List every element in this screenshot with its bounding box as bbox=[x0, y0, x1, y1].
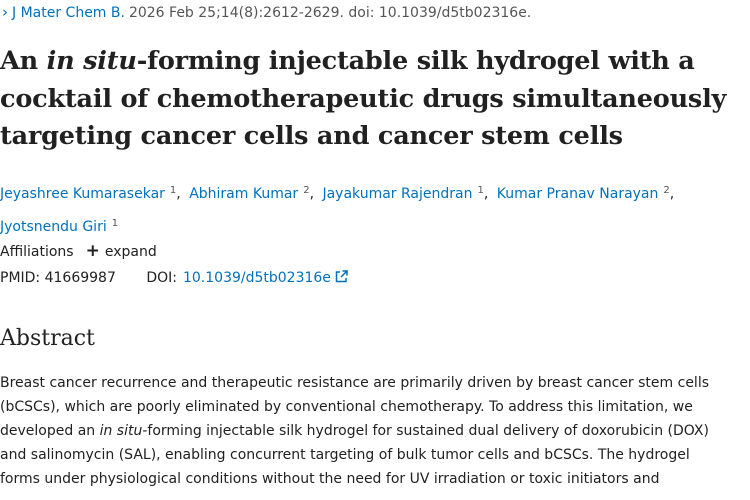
pmid-value: 41669987 bbox=[44, 270, 116, 286]
author-link[interactable]: Jayakumar Rajendran bbox=[322, 186, 472, 202]
abstract-line: and salinomycin (SAL), enabling concurre… bbox=[0, 447, 690, 463]
doi-label: DOI: bbox=[146, 270, 177, 286]
abstract-line: Breast cancer recurrence and therapeutic… bbox=[0, 375, 710, 391]
external-link-icon[interactable] bbox=[335, 270, 348, 283]
author-link[interactable]: Kumar Pranav Narayan bbox=[497, 186, 659, 202]
citation-line: › J Mater Chem B. 2026 Feb 25;14(8):2612-2… bbox=[0, 3, 531, 21]
abstract-line: forms under physiological conditions wit… bbox=[0, 471, 660, 487]
author-separator: , bbox=[176, 186, 181, 202]
author-link[interactable]: Abhiram Kumar bbox=[189, 186, 298, 202]
affiliation-number[interactable]: 2 bbox=[303, 185, 309, 196]
affiliations-expand-button[interactable]: expand bbox=[105, 244, 157, 260]
title-part-1: An bbox=[0, 46, 47, 76]
abstract-text: Breast cancer recurrence and therapeutic… bbox=[0, 371, 748, 491]
title-italic: in situ bbox=[46, 46, 137, 76]
citation-details: 2026 Feb 25;14(8):2612-2629. doi: 10.103… bbox=[128, 5, 532, 21]
author-separator: , bbox=[669, 186, 675, 202]
article-title: An in situ-forming injectable silk hydro… bbox=[0, 43, 740, 156]
abstract-text-segment: developed an bbox=[0, 423, 100, 439]
identifiers-row: PMID: 41669987 DOI: 10.1039/d5tb02316e bbox=[0, 270, 348, 286]
abstract-text-segment: -forming injectable silk hydrogel for su… bbox=[142, 423, 709, 439]
author-list: Jeyashree Kumarasekar 1, Abhiram Kumar 2, … bbox=[0, 176, 740, 242]
affiliations-row: Affiliations + expand bbox=[0, 241, 157, 261]
abstract-line: developed an in situ-forming injectable … bbox=[0, 419, 748, 443]
affiliation-number[interactable]: 2 bbox=[663, 185, 669, 196]
affiliation-number[interactable]: 1 bbox=[477, 185, 483, 196]
pmid-label: PMID: bbox=[0, 270, 41, 286]
author-link[interactable]: Jyotsnendu Giri bbox=[0, 219, 107, 235]
chevron-right-icon[interactable]: › bbox=[2, 3, 8, 21]
affiliation-number[interactable]: 1 bbox=[112, 218, 118, 229]
author-separator: , bbox=[309, 186, 315, 202]
author-link[interactable]: Jeyashree Kumarasekar bbox=[0, 186, 165, 202]
plus-icon[interactable]: + bbox=[86, 241, 100, 261]
journal-link[interactable]: J Mater Chem B. bbox=[12, 5, 125, 21]
abstract-heading: Abstract bbox=[0, 326, 95, 351]
affiliations-label: Affiliations bbox=[0, 244, 74, 260]
doi-link[interactable]: 10.1039/d5tb02316e bbox=[183, 270, 331, 286]
abstract-line: (bCSCs), which are poorly eliminated by … bbox=[0, 399, 693, 415]
author-separator: , bbox=[483, 186, 489, 202]
abstract-italic: in situ bbox=[99, 423, 143, 439]
